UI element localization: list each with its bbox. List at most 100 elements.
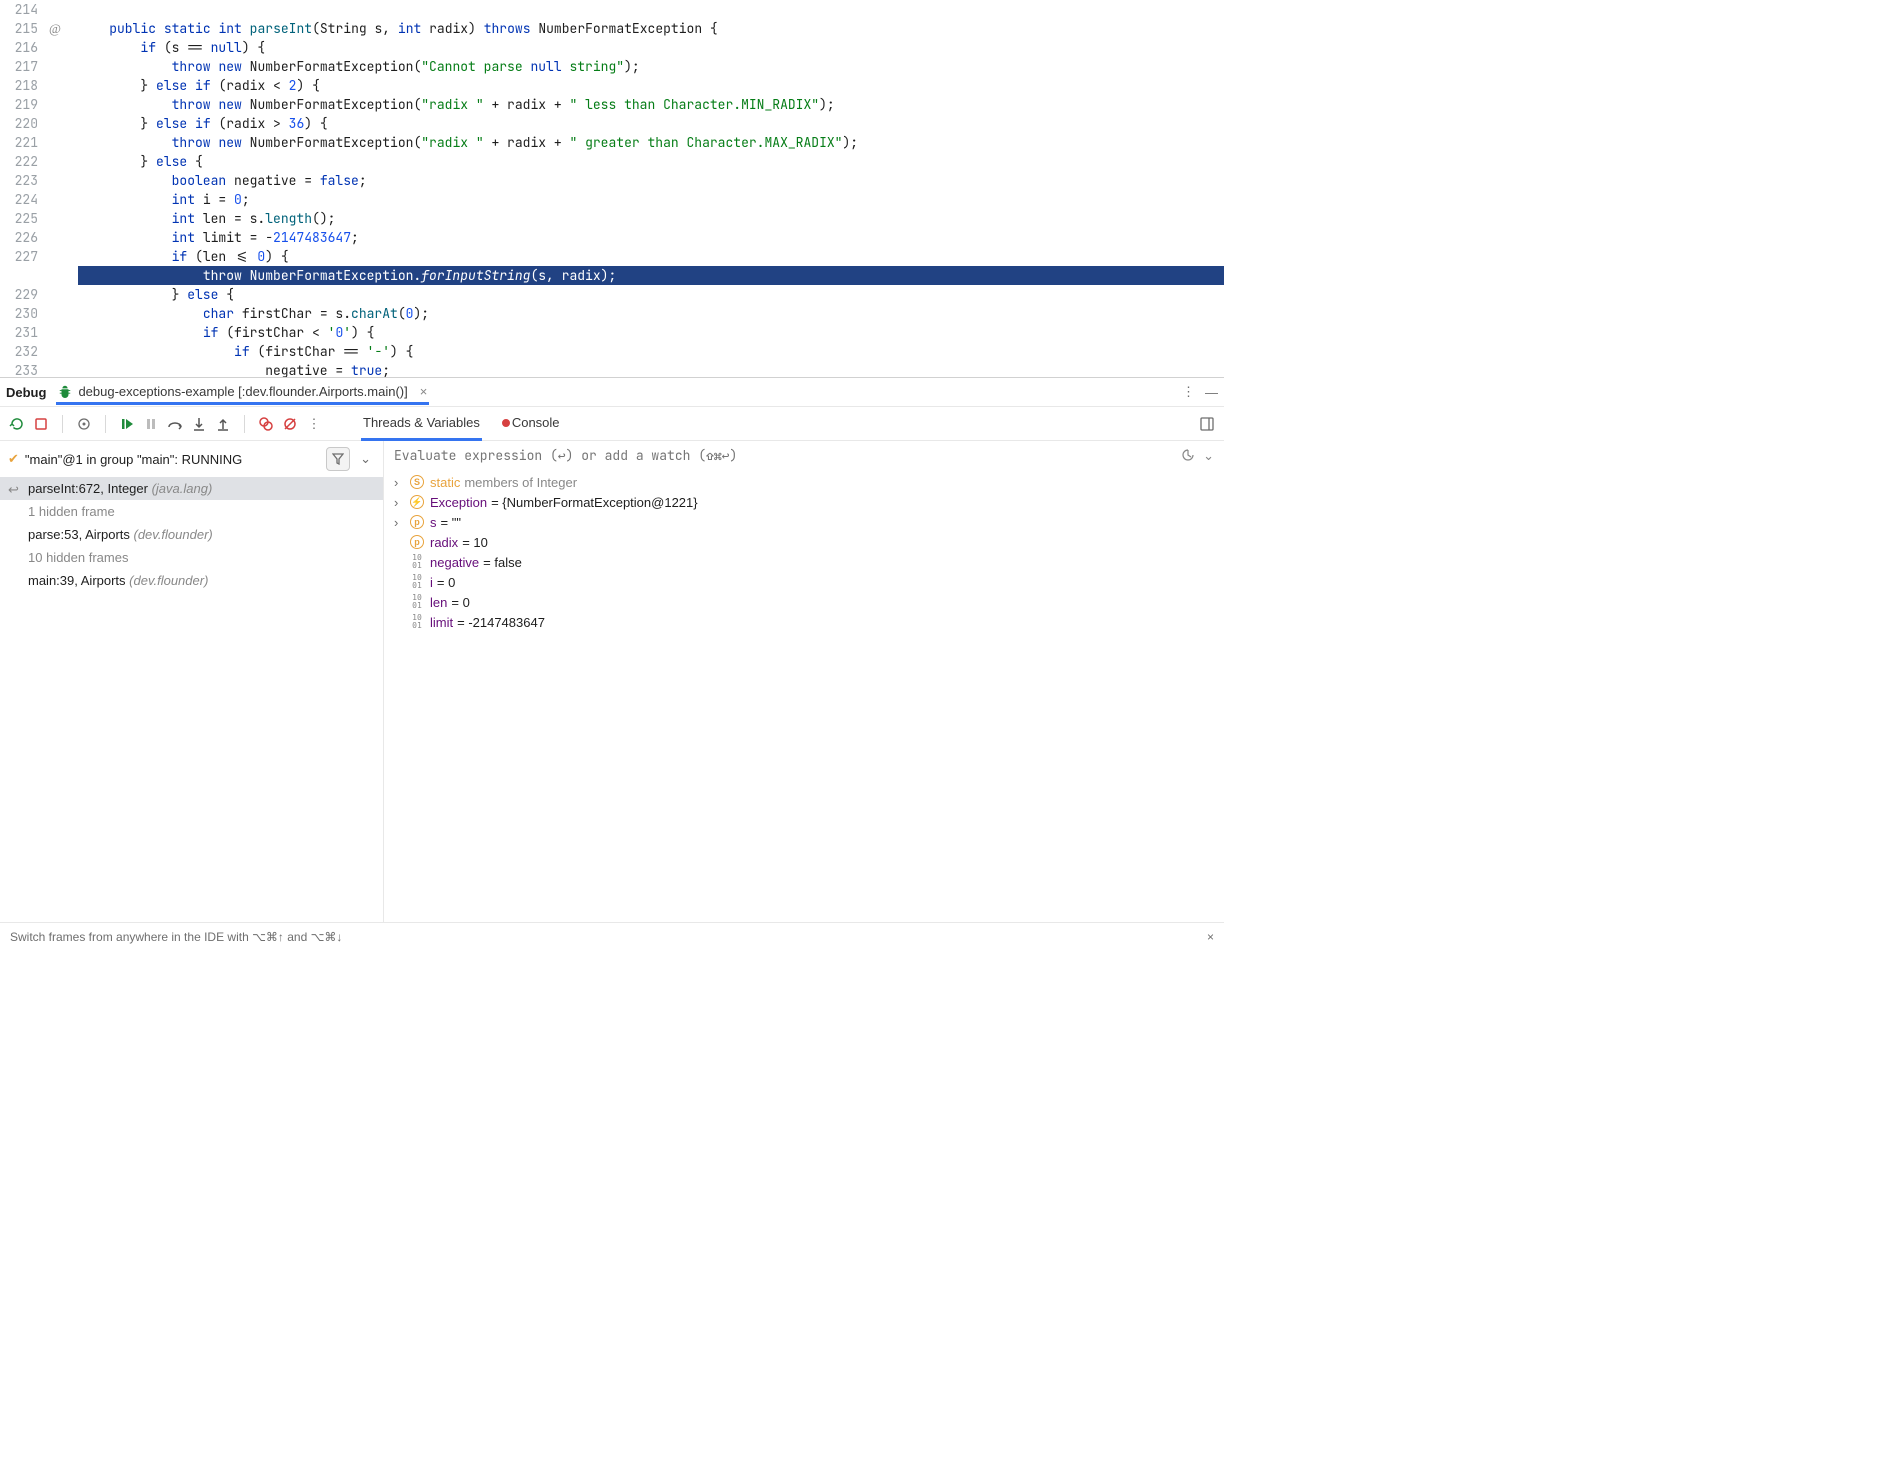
line-number: 215 — [0, 19, 42, 38]
code-text: } else if (radix > 36) { — [78, 114, 328, 133]
filter-icon[interactable] — [326, 447, 350, 471]
thread-status[interactable]: "main"@1 in group "main": RUNNING — [25, 452, 320, 467]
debug-run-config-label: debug-exceptions-example [:dev.flounder.… — [78, 384, 407, 399]
show-execution-point-icon[interactable] — [75, 415, 93, 433]
code-line[interactable]: 214 — [0, 0, 1224, 19]
history-icon[interactable] — [1181, 448, 1195, 464]
var-name: len — [430, 595, 447, 610]
expand-icon[interactable]: › — [394, 475, 408, 490]
code-line[interactable]: 231 if (firstChar < '0') { — [0, 323, 1224, 342]
stack-frame[interactable]: 1 hidden frame — [0, 500, 383, 523]
variable-row[interactable]: ›Sstatic members of Integer — [384, 472, 1224, 492]
step-into-icon[interactable] — [190, 415, 208, 433]
var-value: = {NumberFormatException@1221} — [491, 495, 698, 510]
frames-panel: ✔ "main"@1 in group "main": RUNNING ⌄ ↩p… — [0, 441, 384, 922]
expand-icon[interactable]: › — [394, 495, 408, 510]
more-vert-icon[interactable]: ⋮ — [1182, 384, 1195, 400]
step-over-icon[interactable] — [166, 415, 184, 433]
layout-icon[interactable] — [1198, 415, 1216, 433]
variable-row[interactable]: 1001i = 0 — [384, 572, 1224, 592]
var-type-icon: p — [408, 534, 426, 550]
debug-tool-window-header: Debug debug-exceptions-example [:dev.flo… — [0, 377, 1224, 407]
code-line[interactable]: 215@ public static int parseInt(String s… — [0, 19, 1224, 38]
code-line[interactable]: 220 } else if (radix > 36) { — [0, 114, 1224, 133]
view-breakpoints-icon[interactable] — [257, 415, 275, 433]
close-tab-icon[interactable]: × — [420, 384, 428, 399]
rerun-icon[interactable] — [8, 415, 26, 433]
variables-list[interactable]: ›Sstatic members of Integer›⚡Exception =… — [384, 470, 1224, 634]
bug-icon — [58, 384, 72, 398]
var-value: members of Integer — [464, 475, 577, 490]
debug-panels: ✔ "main"@1 in group "main": RUNNING ⌄ ↩p… — [0, 441, 1224, 922]
code-line[interactable]: 227 if (len <= 0) { — [0, 247, 1224, 266]
line-number: 220 — [0, 114, 42, 133]
expand-icon[interactable]: › — [394, 515, 408, 530]
code-line[interactable]: 224 int i = 0; — [0, 190, 1224, 209]
code-editor[interactable]: 214215@ public static int parseInt(Strin… — [0, 0, 1224, 377]
variable-row[interactable]: ›⚡Exception = {NumberFormatException@122… — [384, 492, 1224, 512]
mute-breakpoints-icon[interactable] — [281, 415, 299, 433]
var-name: i — [430, 575, 433, 590]
code-line[interactable]: 222 } else { — [0, 152, 1224, 171]
code-line[interactable]: 233 negative = true; — [0, 361, 1224, 377]
code-line[interactable]: 226 int limit = -2147483647; — [0, 228, 1224, 247]
line-number: 227 — [0, 247, 42, 266]
tip-close-icon[interactable]: × — [1207, 930, 1214, 944]
stack-frame[interactable]: parse:53, Airports (dev.flounder) — [0, 523, 383, 546]
code-line[interactable]: 225 int len = s.length(); — [0, 209, 1224, 228]
code-text: } else { — [78, 285, 234, 304]
code-line[interactable]: 219 throw new NumberFormatException("rad… — [0, 95, 1224, 114]
code-line[interactable]: 218 } else if (radix < 2) { — [0, 76, 1224, 95]
var-name: limit — [430, 615, 453, 630]
code-line[interactable]: ⚡ throw NumberFormatException.forInputSt… — [0, 266, 1224, 285]
thread-dropdown-icon[interactable]: ⌄ — [356, 451, 375, 467]
tab-threads-variables[interactable]: Threads & Variables — [361, 407, 482, 441]
var-type-icon: 1001 — [408, 614, 426, 630]
stack-frame[interactable]: main:39, Airports (dev.flounder) — [0, 569, 383, 592]
var-name: radix — [430, 535, 458, 550]
code-text: int len = s.length(); — [78, 209, 335, 228]
code-line[interactable]: 221 throw new NumberFormatException("rad… — [0, 133, 1224, 152]
code-text: int limit = -2147483647; — [78, 228, 359, 247]
pause-icon[interactable] — [142, 415, 160, 433]
var-value: = 0 — [451, 595, 469, 610]
line-number: 224 — [0, 190, 42, 209]
tip-text: Switch frames from anywhere in the IDE w… — [10, 930, 342, 944]
expand-eval-icon[interactable]: ⌄ — [1203, 448, 1214, 464]
var-value: = 0 — [437, 575, 455, 590]
debug-run-config-tab[interactable]: debug-exceptions-example [:dev.flounder.… — [56, 380, 429, 405]
variable-row[interactable]: 1001len = 0 — [384, 592, 1224, 612]
stack-frame[interactable]: ↩parseInt:672, Integer (java.lang) — [0, 477, 383, 500]
more-actions-icon[interactable]: ⋮ — [305, 415, 323, 433]
evaluate-expression-input[interactable] — [394, 447, 1181, 464]
var-type-icon: ⚡ — [408, 494, 426, 510]
code-line[interactable]: 217 throw new NumberFormatException("Can… — [0, 57, 1224, 76]
frames-list[interactable]: ↩parseInt:672, Integer (java.lang)1 hidd… — [0, 477, 383, 592]
code-line[interactable]: 223 boolean negative = false; — [0, 171, 1224, 190]
minimize-icon[interactable]: — — [1205, 385, 1218, 400]
stack-frame[interactable]: 10 hidden frames — [0, 546, 383, 569]
var-type-icon: 1001 — [408, 554, 426, 570]
tab-console[interactable]: Console — [500, 407, 562, 441]
code-text: negative = true; — [78, 361, 390, 377]
resume-icon[interactable] — [118, 415, 136, 433]
override-icon: @ — [42, 19, 68, 38]
code-line[interactable]: 230 char firstChar = s.charAt(0); — [0, 304, 1224, 323]
variable-row[interactable]: ›ps = "" — [384, 512, 1224, 532]
code-text: throw new NumberFormatException("radix "… — [78, 133, 858, 152]
line-number: 223 — [0, 171, 42, 190]
stop-icon[interactable] — [32, 415, 50, 433]
code-line[interactable]: 232 if (firstChar == '-') { — [0, 342, 1224, 361]
var-name: s — [430, 515, 437, 530]
variable-row[interactable]: 1001negative = false — [384, 552, 1224, 572]
line-number: 233 — [0, 361, 42, 377]
line-number — [0, 266, 42, 285]
code-line[interactable]: 229 } else { — [0, 285, 1224, 304]
debug-title: Debug — [6, 385, 46, 400]
variable-row[interactable]: 1001limit = -2147483647 — [384, 612, 1224, 632]
var-type-icon: S — [408, 474, 426, 490]
variable-row[interactable]: pradix = 10 — [384, 532, 1224, 552]
line-number: 229 — [0, 285, 42, 304]
code-line[interactable]: 216 if (s == null) { — [0, 38, 1224, 57]
step-out-icon[interactable] — [214, 415, 232, 433]
